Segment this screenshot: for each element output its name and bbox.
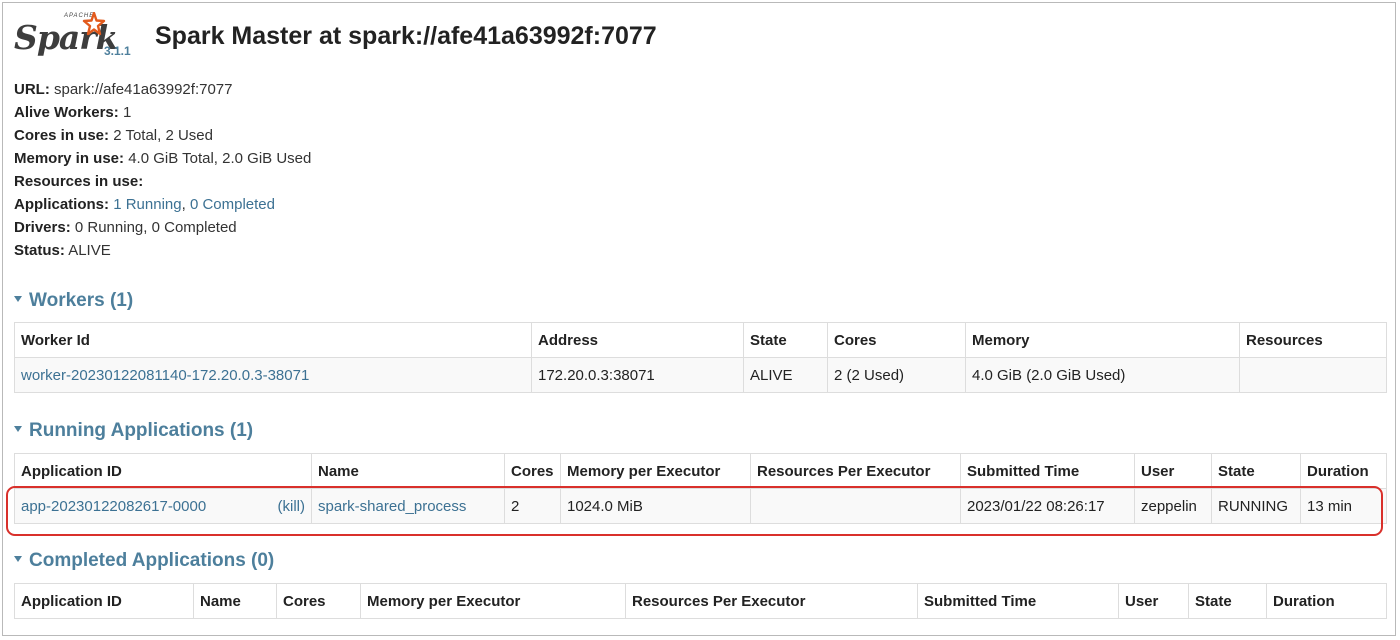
master-summary: URL: spark://afe41a63992f:7077 Alive Wor… [14,78,714,262]
page-title: Spark Master at spark://afe41a63992f:707… [155,22,657,50]
column-header-address[interactable]: Address [531,322,744,358]
app-name-cell: spark-shared_process [311,488,505,524]
column-header-cores[interactable]: Cores [827,322,966,358]
workers-section-toggle[interactable]: Workers (1) [14,288,133,314]
spark-logo[interactable]: APACHE Spark 3.1.1 [14,12,140,62]
resources-cell [1239,357,1387,393]
worker-id-link[interactable]: worker-20230122081140-172.20.0.3-38071 [21,367,309,384]
application-id-link[interactable]: app-20230122082617-0000 [21,498,206,515]
column-header-duration[interactable]: Duration [1266,583,1387,619]
memory-cell: 4.0 GiB (2.0 GiB Used) [965,357,1240,393]
column-header-cores[interactable]: Cores [504,453,561,489]
column-header-application-id[interactable]: Application ID [14,583,194,619]
summary-memory: Memory in use: 4.0 GiB Total, 2.0 GiB Us… [14,150,312,167]
completed-apps-section-toggle[interactable]: Completed Applications (0) [14,548,274,574]
column-header-worker-id[interactable]: Worker Id [14,322,532,358]
column-header-state[interactable]: State [743,322,828,358]
column-header-duration[interactable]: Duration [1300,453,1387,489]
spark-star-icon [82,12,106,36]
worker-id-cell: worker-20230122081140-172.20.0.3-38071 [14,357,532,393]
summary-resources: Resources in use: [14,173,144,190]
column-header-resources[interactable]: Resources [1239,322,1387,358]
cores-cell: 2 [504,488,561,524]
workers-table: Worker Id Address State Cores Memory Res… [14,322,1387,393]
resources-per-executor-cell [750,488,961,524]
summary-drivers: Drivers: 0 Running, 0 Completed [14,219,237,236]
collapse-caret-icon [14,425,22,432]
summary-alive-workers: Alive Workers: 1 [14,104,132,121]
column-header-memory[interactable]: Memory [965,322,1240,358]
app-name-link[interactable]: spark-shared_process [318,498,466,515]
column-header-cores[interactable]: Cores [276,583,361,619]
column-header-user[interactable]: User [1118,583,1189,619]
column-header-name[interactable]: Name [193,583,277,619]
running-apps-table: Application ID Name Cores Memory per Exe… [14,453,1387,524]
table-row: app-20230122082617-0000 (kill) spark-sha… [14,488,1387,524]
application-id-cell: app-20230122082617-0000 (kill) [14,488,312,524]
version-label: 3.1.1 [104,44,131,58]
running-apps-section-toggle[interactable]: Running Applications (1) [14,418,253,444]
completed-apps-table: Application ID Name Cores Memory per Exe… [14,583,1387,619]
workers-header-row: Worker Id Address State Cores Memory Res… [14,322,1387,358]
column-header-memory-per-executor[interactable]: Memory per Executor [360,583,626,619]
column-header-application-id[interactable]: Application ID [14,453,312,489]
summary-applications: Applications: 1 Running, 0 Completed [14,196,275,213]
state-cell: ALIVE [743,357,828,393]
column-header-memory-per-executor[interactable]: Memory per Executor [560,453,751,489]
user-cell: zeppelin [1134,488,1212,524]
column-header-resources-per-executor[interactable]: Resources Per Executor [625,583,918,619]
state-cell: RUNNING [1211,488,1301,524]
duration-cell: 13 min [1300,488,1387,524]
collapse-caret-icon [14,295,22,302]
column-header-submitted-time[interactable]: Submitted Time [917,583,1119,619]
completed-apps-link[interactable]: 0 Completed [190,196,275,213]
cores-cell: 2 (2 Used) [827,357,966,393]
address-cell: 172.20.0.3:38071 [531,357,744,393]
table-row: worker-20230122081140-172.20.0.3-38071 1… [14,357,1387,393]
memory-per-executor-cell: 1024.0 MiB [560,488,751,524]
completed-apps-header-row: Application ID Name Cores Memory per Exe… [14,583,1387,619]
column-header-resources-per-executor[interactable]: Resources Per Executor [750,453,961,489]
column-header-user[interactable]: User [1134,453,1212,489]
running-apps-header-row: Application ID Name Cores Memory per Exe… [14,453,1387,489]
column-header-name[interactable]: Name [311,453,505,489]
page-header: APACHE Spark 3.1.1 Spark Master at spark… [14,12,1384,62]
kill-app-link[interactable]: (kill) [278,498,306,515]
submitted-time-cell: 2023/01/22 08:26:17 [960,488,1135,524]
column-header-state[interactable]: State [1211,453,1301,489]
collapse-caret-icon [14,555,22,562]
summary-url: URL: spark://afe41a63992f:7077 [14,81,233,98]
column-header-submitted-time[interactable]: Submitted Time [960,453,1135,489]
running-apps-link[interactable]: 1 Running [113,196,181,213]
column-header-state[interactable]: State [1188,583,1267,619]
summary-status: Status: ALIVE [14,242,111,259]
summary-cores: Cores in use: 2 Total, 2 Used [14,127,213,144]
